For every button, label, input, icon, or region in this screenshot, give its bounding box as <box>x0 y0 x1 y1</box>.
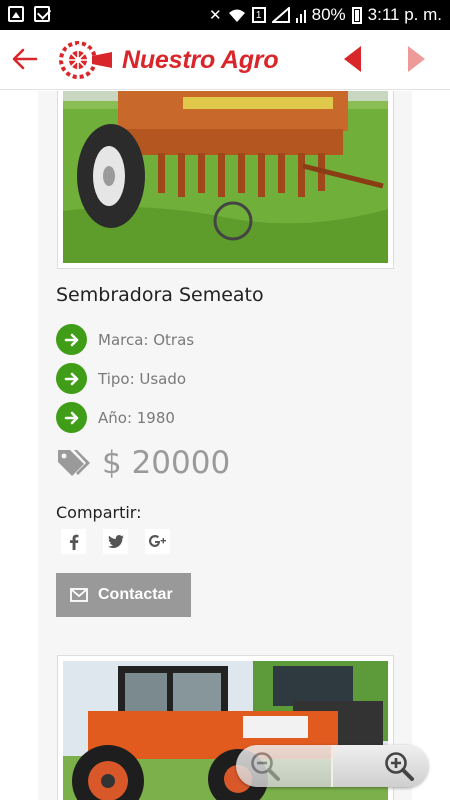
sim-badge: 1 <box>251 7 266 23</box>
spec-label: Año: 1980 <box>98 408 175 427</box>
arrow-circle-icon <box>56 402 87 433</box>
contact-label: Contactar <box>98 586 173 603</box>
listing-card: Sembradora Semeato Marca: Otras Tipo: Us… <box>38 91 412 800</box>
zoom-out-button[interactable] <box>236 745 333 787</box>
price: $ 20000 <box>102 445 231 481</box>
zoom-control <box>236 745 428 787</box>
price-row: $ 20000 <box>56 445 230 481</box>
status-bar: ✕ 1 80% 3:11 p. m. <box>0 0 450 30</box>
arrow-circle-icon <box>56 324 87 355</box>
zoom-in-button[interactable] <box>333 745 428 787</box>
facebook-icon[interactable] <box>61 529 86 554</box>
signal-bars-icon <box>295 10 306 23</box>
contact-button[interactable]: Contactar <box>56 573 191 617</box>
envelope-icon <box>70 588 88 602</box>
logo-icon <box>59 41 112 79</box>
app-header: Nuestro Agro <box>0 30 450 90</box>
mail-icon <box>34 6 50 22</box>
spec-row-type: Tipo: Usado <box>56 363 186 394</box>
share-label: Compartir: <box>56 503 142 522</box>
price-tags-icon <box>58 450 90 476</box>
spec-row-brand: Marca: Otras <box>56 324 194 355</box>
twitter-icon[interactable] <box>103 529 128 554</box>
image-notification-icon <box>8 6 24 22</box>
next-triangle-icon[interactable] <box>408 46 425 72</box>
google-plus-icon[interactable] <box>145 529 170 554</box>
arrow-circle-icon <box>56 363 87 394</box>
brand-name: Nuestro Agro <box>122 45 279 74</box>
listing-photo[interactable] <box>63 91 388 263</box>
spec-label: Tipo: Usado <box>98 369 187 388</box>
zoom-out-icon <box>251 752 280 781</box>
spec-row-year: Año: 1980 <box>56 402 175 433</box>
battery-percent: 80% <box>311 5 346 24</box>
clock: 3:11 p. m. <box>367 5 442 24</box>
listing-photo-frame <box>57 91 394 269</box>
brand-logo[interactable]: Nuestro Agro <box>58 40 279 80</box>
spec-label: Marca: Otras <box>98 330 195 349</box>
signal-icon <box>271 7 290 23</box>
back-arrow-icon[interactable] <box>10 44 40 74</box>
battery-icon <box>351 6 362 24</box>
wifi-icon <box>228 9 245 22</box>
zoom-in-icon <box>385 752 414 781</box>
listing-title: Sembradora Semeato <box>56 284 264 306</box>
share-buttons <box>61 529 170 554</box>
mute-icon: ✕ <box>209 7 222 24</box>
prev-triangle-icon[interactable] <box>344 46 361 72</box>
